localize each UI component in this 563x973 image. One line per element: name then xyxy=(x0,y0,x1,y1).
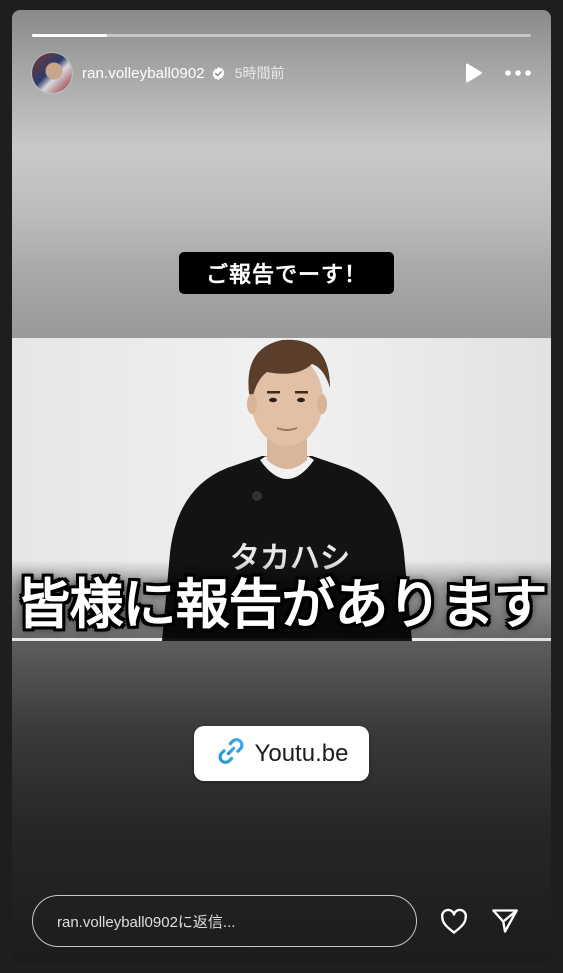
more-options-icon[interactable] xyxy=(505,70,531,76)
heart-icon[interactable] xyxy=(440,907,468,935)
story-progress-fill xyxy=(32,34,107,37)
caption-badge: ご報告でーす！ xyxy=(179,252,394,294)
post-time: 5時間前 xyxy=(234,65,285,81)
verified-badge-icon xyxy=(211,66,226,81)
story-footer: ran.volleyball0902に返信... xyxy=(32,894,531,948)
story-progress-bar xyxy=(32,34,531,37)
send-icon[interactable] xyxy=(491,907,519,935)
reply-input[interactable]: ran.volleyball0902に返信... xyxy=(32,895,417,947)
username[interactable]: ran.volleyball0902 xyxy=(82,65,205,82)
story-viewer[interactable]: ran.volleyball0902 5時間前 ご報告でーす！ タカハシ 皆様に… xyxy=(12,10,551,963)
avatar[interactable] xyxy=(32,53,72,93)
thumbnail-title: 皆様に報告があります xyxy=(16,572,548,636)
link-sticker-label: Youtu.be xyxy=(254,739,349,767)
thumbnail-title-overlay: 皆様に報告があります xyxy=(12,560,551,638)
story-header: ran.volleyball0902 5時間前 xyxy=(32,53,531,93)
link-icon xyxy=(215,735,247,772)
video-thumbnail: タカハシ 皆様に報告があります xyxy=(12,338,551,641)
play-icon[interactable] xyxy=(465,63,483,83)
link-sticker[interactable]: Youtu.be xyxy=(194,726,369,781)
